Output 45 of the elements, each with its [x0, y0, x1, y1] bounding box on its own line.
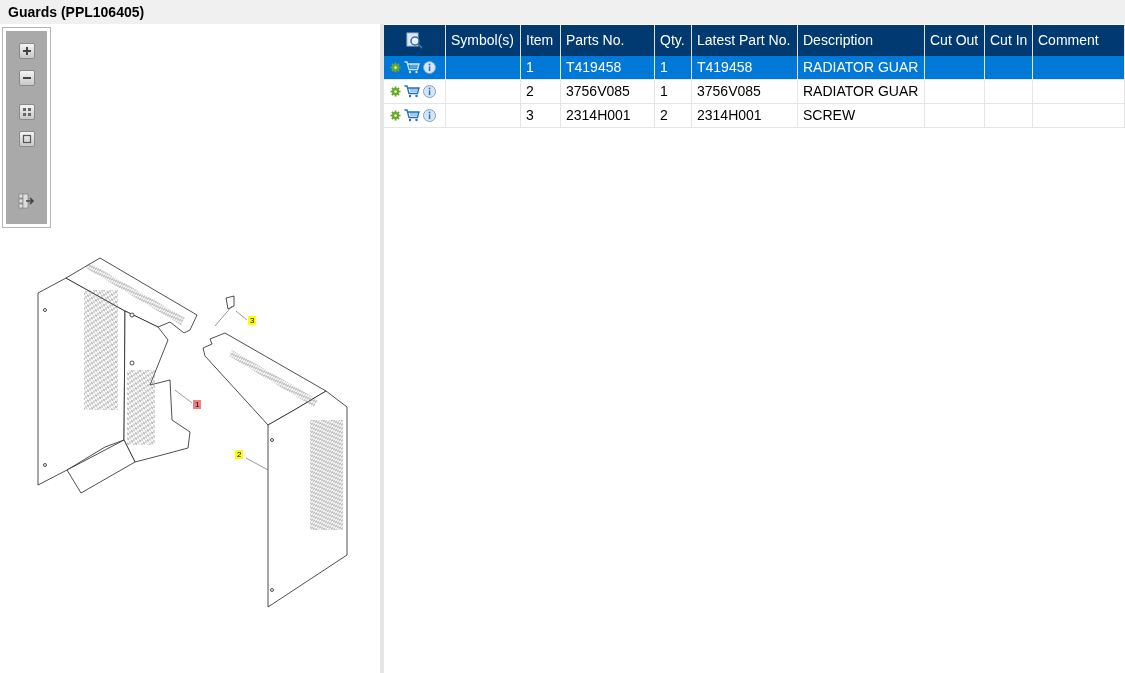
table-row[interactable]: 2 3756V085 1 3756V085 RADIATOR GUAR — [384, 80, 1125, 104]
table-row[interactable]: 3 2314H001 2 2314H001 SCREW — [384, 104, 1125, 128]
info-icon[interactable] — [423, 61, 436, 74]
zoom-out-button[interactable] — [18, 70, 35, 86]
actual-size-button[interactable] — [18, 131, 35, 147]
table-cell-text: RADIATOR GUAR — [803, 82, 919, 101]
table-cell-text: SCREW — [803, 106, 856, 125]
fit-button[interactable] — [18, 104, 35, 120]
table-row[interactable]: 1 T419458 1 T419458 RADIATOR GUAR — [384, 56, 1125, 80]
leader-line — [174, 389, 193, 404]
cart-icon[interactable] — [404, 61, 420, 74]
callout-label[interactable]: 2 — [235, 450, 244, 459]
leader-line — [235, 310, 248, 321]
table-cell-text: 3 — [526, 106, 534, 125]
grid-icon — [21, 107, 32, 117]
gear-icon[interactable] — [390, 62, 401, 73]
table-cell-text: 2314H001 — [566, 106, 631, 125]
plus-icon — [21, 46, 32, 56]
callout-label[interactable]: 3 — [248, 316, 257, 325]
zoom-in-button[interactable] — [18, 43, 35, 59]
gear-icon[interactable] — [390, 110, 401, 121]
table-cell-text: 2314H001 — [697, 106, 762, 125]
table-cell-text: T419458 — [697, 58, 753, 77]
table-cell-text: 3756V085 — [566, 82, 630, 101]
table-cell-text: RADIATOR GUAR — [803, 58, 919, 77]
table-cell-text: 1 — [660, 82, 668, 101]
gear-icon[interactable] — [390, 86, 401, 97]
cart-icon[interactable] — [404, 85, 420, 98]
page-title: Guards (PPL106405) — [8, 2, 145, 22]
export-button[interactable] — [17, 193, 36, 209]
table-cell-text: 1 — [526, 58, 534, 77]
info-icon[interactable] — [423, 85, 436, 98]
cart-icon[interactable] — [404, 109, 420, 122]
leader-line — [214, 305, 233, 327]
table-cell-text: 3756V085 — [697, 82, 761, 101]
table-cell-text: 1 — [660, 58, 668, 77]
info-icon[interactable] — [423, 109, 436, 122]
list-arrow-icon — [17, 193, 36, 209]
leader-line — [245, 457, 269, 471]
search-icon[interactable] — [405, 32, 424, 49]
table-cell-text: 2 — [660, 106, 668, 125]
table-cell-text: T419458 — [566, 58, 622, 77]
square-icon — [21, 134, 32, 144]
callout-label[interactable]: 1 — [193, 400, 202, 409]
table-cell-text: 2 — [526, 82, 534, 101]
